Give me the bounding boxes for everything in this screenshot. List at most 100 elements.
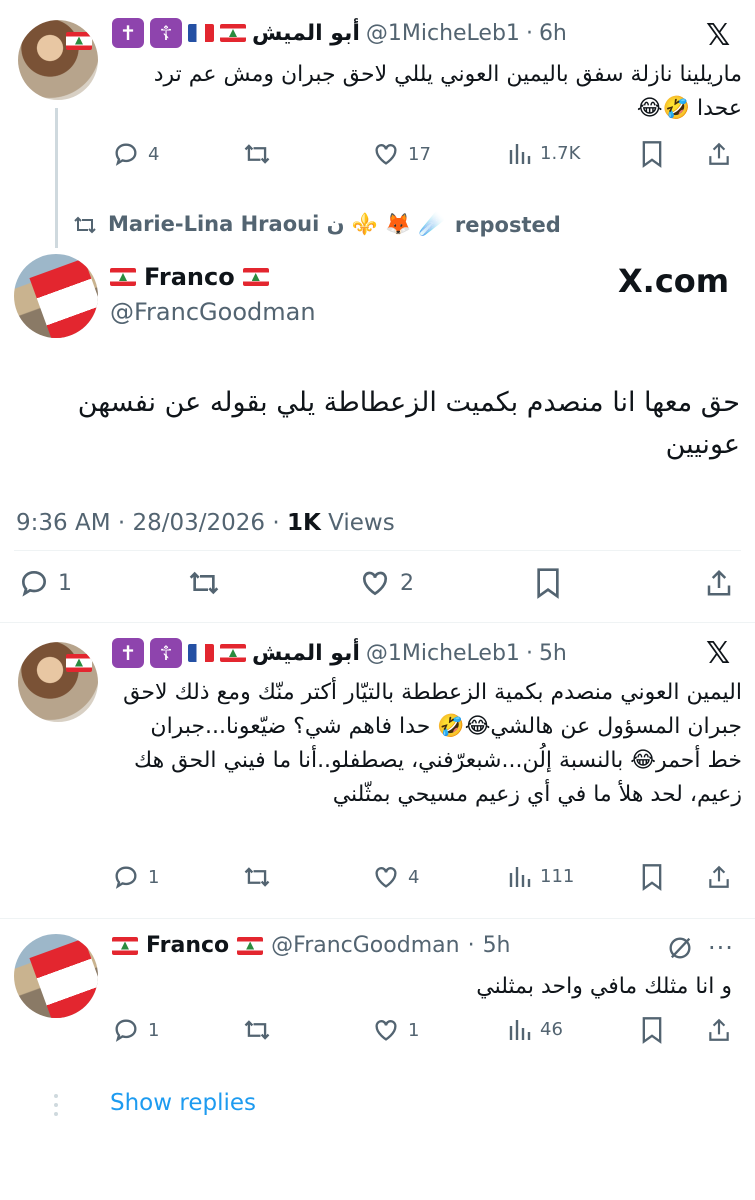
retweet-button[interactable]: [242, 1016, 272, 1044]
lebanon-flag-icon: [110, 268, 136, 286]
x-logo-icon[interactable]: 𝕏: [706, 18, 730, 53]
views-icon: [509, 867, 531, 887]
like-button[interactable]: 2: [358, 567, 414, 599]
like-count: 17: [408, 143, 431, 165]
flag-icon: [29, 938, 98, 1018]
bookmark-button[interactable]: [534, 567, 562, 599]
tweet-meta: 9:36 AM · 28/03/2026 · 1K Views: [16, 510, 395, 536]
lebanon-flag-icon: [242, 268, 269, 286]
reply-button[interactable]: 1: [112, 863, 159, 891]
like-button[interactable]: 1: [372, 1016, 419, 1044]
show-replies-link[interactable]: Show replies: [110, 1090, 256, 1116]
like-count: 2: [400, 570, 414, 596]
bookmark-icon: [537, 568, 559, 599]
flag-icon: [66, 30, 92, 50]
thread-line: [55, 108, 58, 248]
views-label: Views: [328, 510, 395, 536]
divider: [0, 622, 755, 623]
avatar-franco[interactable]: [14, 934, 98, 1018]
reply-icon: [115, 143, 137, 166]
retweet-icon: [189, 571, 219, 595]
views-button[interactable]: 111: [508, 863, 574, 889]
author-name[interactable]: أبو الميش: [252, 21, 360, 46]
author-handle[interactable]: @FrancGoodman: [271, 933, 459, 958]
tweet-header: ✝ ☦ أبو الميش @1MicheLeb1 · 6h: [112, 18, 567, 48]
share-button[interactable]: [706, 863, 732, 891]
france-flag-icon: [188, 644, 214, 662]
cross-icon: ✝: [112, 18, 144, 48]
reply-count: 4: [148, 143, 160, 165]
retweet-button[interactable]: [242, 863, 272, 891]
views-count: 46: [540, 1018, 563, 1040]
retweet-button[interactable]: [186, 567, 222, 599]
reply-button[interactable]: 4: [112, 140, 159, 168]
flag-icon: [29, 258, 98, 338]
author-name[interactable]: Franco: [146, 933, 229, 958]
divider: [0, 918, 755, 919]
like-button[interactable]: 4: [372, 863, 419, 891]
lebanon-flag-icon: [220, 24, 246, 42]
timestamp[interactable]: 5h: [483, 933, 511, 958]
avatar-abou-almich[interactable]: [18, 642, 98, 722]
like-button[interactable]: 17: [372, 140, 431, 168]
more-options-icon[interactable]: ···: [708, 934, 734, 962]
lebanon-flag-icon: [237, 936, 264, 955]
bookmark-button[interactable]: [640, 863, 664, 891]
share-icon: [709, 865, 729, 888]
post-date[interactable]: 28/03/2026: [132, 510, 265, 536]
separator: ·: [117, 510, 126, 536]
reply-icon: [115, 1019, 137, 1042]
views-icon: [509, 1020, 531, 1040]
avatar-abou-almich[interactable]: [18, 20, 98, 100]
bookmark-button[interactable]: [640, 140, 664, 168]
reply-button[interactable]: 1: [18, 567, 72, 599]
reposted-label: reposted: [454, 212, 561, 237]
repost-line[interactable]: Marie-Lina Hraoui ن ⚜️ 🦊 ☄️ reposted: [72, 212, 561, 237]
tweet-header: ✝ ☦ أبو الميش @1MicheLeb1 · 5h: [112, 638, 567, 668]
retweet-icon: [244, 144, 270, 164]
reposter-name[interactable]: Marie-Lina Hraoui ن ⚜️ 🦊 ☄️: [108, 212, 445, 237]
retweet-button[interactable]: [242, 140, 272, 168]
author-name[interactable]: أبو الميش: [252, 641, 360, 666]
x-logo-icon[interactable]: 𝕏: [706, 636, 730, 671]
share-button[interactable]: [704, 567, 734, 599]
orthodox-cross-icon: ☦: [150, 638, 182, 668]
share-button[interactable]: [706, 1016, 732, 1044]
tweet-text: ماريلينا نازلة سفق باليمين العوني يللي ل…: [153, 62, 742, 121]
heart-icon: [375, 1020, 397, 1041]
heart-icon: [362, 571, 388, 596]
reply-icon: [115, 866, 137, 889]
bookmark-button[interactable]: [640, 1016, 664, 1044]
bookmark-icon: [642, 141, 662, 168]
timestamp[interactable]: 6h: [539, 21, 567, 46]
post-time[interactable]: 9:36 AM: [16, 510, 111, 536]
author-handle[interactable]: @1MicheLeb1: [366, 21, 520, 46]
grok-icon[interactable]: [666, 934, 694, 966]
divider: [14, 550, 741, 551]
reply-count: 1: [148, 1019, 160, 1041]
separator: ·: [272, 510, 280, 536]
bookmark-icon: [642, 1017, 662, 1044]
share-icon: [709, 1018, 729, 1041]
thread-dots: [54, 1094, 58, 1116]
heart-icon: [375, 867, 397, 888]
flag-icon: [66, 652, 92, 672]
views-count: 111: [540, 865, 575, 887]
bookmark-icon: [642, 864, 662, 891]
views-count: 1K: [287, 510, 321, 536]
avatar-franco[interactable]: [14, 254, 98, 338]
share-button[interactable]: [706, 140, 732, 168]
share-icon: [709, 142, 729, 165]
views-button[interactable]: 46: [508, 1016, 563, 1042]
author-handle[interactable]: @FrancGoodman: [110, 298, 316, 326]
reply-button[interactable]: 1: [112, 1016, 159, 1044]
tweet-text: اليمين العوني منصدم بكمية الزعططة بالتيّ…: [123, 680, 742, 807]
lebanon-flag-icon: [220, 644, 246, 662]
author-handle[interactable]: @1MicheLeb1: [366, 641, 520, 666]
timestamp[interactable]: 5h: [539, 641, 567, 666]
author-name[interactable]: Franco: [144, 263, 235, 291]
main-author: Franco: [110, 263, 269, 291]
like-count: 1: [408, 1019, 420, 1041]
separator: ·: [525, 20, 533, 46]
views-button[interactable]: 1.7K: [508, 140, 580, 166]
